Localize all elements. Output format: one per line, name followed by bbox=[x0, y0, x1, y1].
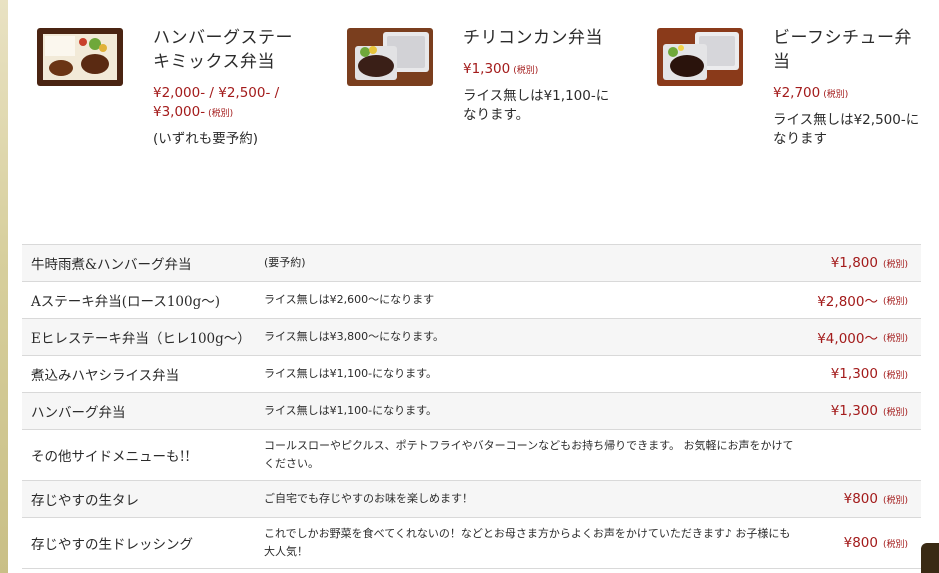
price-value: ¥1,300 bbox=[463, 61, 511, 77]
item-price: ¥800 (税別) bbox=[844, 518, 908, 568]
item-description: ライス無しは¥1,100-になります。 bbox=[264, 404, 438, 417]
item-description: コールスローやピクルス、ポテトフライやバターコーンなどもお持ち帰りできます。 お… bbox=[264, 439, 794, 470]
featured-price: ¥2,000- / ¥2,500- / ¥3,000- (税別) bbox=[153, 84, 301, 124]
item-name: Aステーキ弁当(ロース100g〜) bbox=[31, 294, 221, 310]
featured-title: ハンバーグステーキミックス弁当 bbox=[153, 28, 293, 71]
item-name: 存じやすの生ドレッシング bbox=[31, 537, 193, 553]
tax-label: (税別) bbox=[882, 370, 908, 381]
featured-bento-section: ハンバーグステーキミックス弁当 ¥2,000- / ¥2,500- / ¥3,0… bbox=[0, 0, 939, 240]
item-description: これでしかお野菜を食べてくれないの！などとお母さま方からよくお声をかけていただき… bbox=[264, 527, 791, 558]
item-description: ライス無しは¥2,600〜になります bbox=[264, 293, 435, 306]
item-price: ¥1,300 (税別) bbox=[831, 356, 908, 392]
item-description: ライス無しは¥3,800〜になります。 bbox=[264, 330, 445, 343]
tax-label: (税別) bbox=[882, 407, 908, 418]
price-value: ¥1,300 bbox=[830, 366, 878, 382]
scroll-to-top-tab[interactable] bbox=[921, 543, 939, 573]
table-row: 存じやすの生ドレッシング これでしかお野菜を食べてくれないの！などとお母さま方か… bbox=[22, 518, 921, 569]
table-row: 煮込みハヤシライス弁当 ライス無しは¥1,100-になります。 ¥1,300 (税… bbox=[22, 356, 921, 393]
tax-label: (税別) bbox=[882, 539, 908, 550]
item-description: ライス無しは¥1,100-になります。 bbox=[264, 367, 438, 380]
price-value: ¥2,700 bbox=[773, 85, 821, 101]
featured-title: チリコンカン弁当 bbox=[463, 28, 603, 47]
menu-table: 牛時雨煮&ハンバーグ弁当 (要予約) ¥1,800 (税別) Aステーキ弁当(ロー… bbox=[22, 244, 921, 569]
item-name: 煮込みハヤシライス弁当 bbox=[31, 368, 180, 384]
featured-note: ライス無しは¥1,100-になります。 bbox=[463, 88, 610, 123]
featured-title: ビーフシチュー弁当 bbox=[773, 28, 912, 71]
bento-chili-image bbox=[347, 28, 433, 86]
featured-card-body: ハンバーグステーキミックス弁当 ¥2,000- / ¥2,500- / ¥3,0… bbox=[153, 26, 301, 149]
item-description: (要予約) bbox=[264, 256, 306, 269]
item-description: ご自宅でも存じやすのお味を楽しめます！ bbox=[264, 492, 473, 505]
featured-card-body: ビーフシチュー弁当 ¥2,700 (税別) ライス無しは¥2,500-になります bbox=[773, 26, 921, 149]
bento-stew-image bbox=[657, 28, 743, 86]
table-row: Eヒレステーキ弁当（ヒレ100g〜） ライス無しは¥3,800〜になります。 ¥… bbox=[22, 319, 921, 356]
price-value: ¥4,000〜 bbox=[817, 331, 878, 347]
item-name: ハンバーグ弁当 bbox=[31, 405, 126, 421]
tax-label: (税別) bbox=[882, 259, 908, 270]
tax-label: (税別) bbox=[208, 109, 234, 119]
table-row: 牛時雨煮&ハンバーグ弁当 (要予約) ¥1,800 (税別) bbox=[22, 245, 921, 282]
featured-card-body: チリコンカン弁当 ¥1,300 (税別) ライス無しは¥1,100-になります。 bbox=[463, 26, 611, 125]
featured-note: ライス無しは¥2,500-になります bbox=[773, 112, 920, 147]
price-value: ¥1,800 bbox=[830, 255, 878, 271]
tax-label: (税別) bbox=[882, 296, 908, 307]
table-row: Aステーキ弁当(ロース100g〜) ライス無しは¥2,600〜になります ¥2,… bbox=[22, 282, 921, 319]
price-value: ¥2,800〜 bbox=[817, 294, 878, 310]
item-name: Eヒレステーキ弁当（ヒレ100g〜） bbox=[31, 331, 251, 347]
table-row: 存じやすの生タレ ご自宅でも存じやすのお味を楽しめます！ ¥800 (税別) bbox=[22, 481, 921, 518]
item-name: その他サイドメニューも!! bbox=[31, 449, 191, 465]
item-price: ¥1,800 (税別) bbox=[831, 245, 908, 281]
bento-hamburg-image bbox=[37, 28, 123, 86]
featured-price: ¥1,300 (税別) bbox=[463, 60, 611, 81]
table-row: その他サイドメニューも!! コールスローやピクルス、ポテトフライやバターコーンな… bbox=[22, 430, 921, 481]
featured-note: (いずれも要予約) bbox=[153, 131, 259, 147]
price-value: ¥800 bbox=[843, 491, 878, 507]
item-name: 存じやすの生タレ bbox=[31, 493, 139, 509]
item-name: 牛時雨煮&ハンバーグ弁当 bbox=[31, 257, 192, 273]
item-price: ¥800 (税別) bbox=[844, 481, 908, 517]
tax-label: (税別) bbox=[882, 495, 908, 506]
tax-label: (税別) bbox=[513, 66, 539, 76]
item-price: ¥2,800〜 (税別) bbox=[817, 282, 908, 318]
tax-label: (税別) bbox=[882, 333, 908, 344]
table-row: ハンバーグ弁当 ライス無しは¥1,100-になります。 ¥1,300 (税別) bbox=[22, 393, 921, 430]
item-price: ¥4,000〜 (税別) bbox=[817, 319, 908, 355]
tax-label: (税別) bbox=[823, 90, 849, 100]
price-value: ¥800 bbox=[843, 535, 878, 551]
price-value: ¥1,300 bbox=[830, 403, 878, 419]
featured-price: ¥2,700 (税別) bbox=[773, 84, 921, 105]
item-price: ¥1,300 (税別) bbox=[831, 393, 908, 429]
